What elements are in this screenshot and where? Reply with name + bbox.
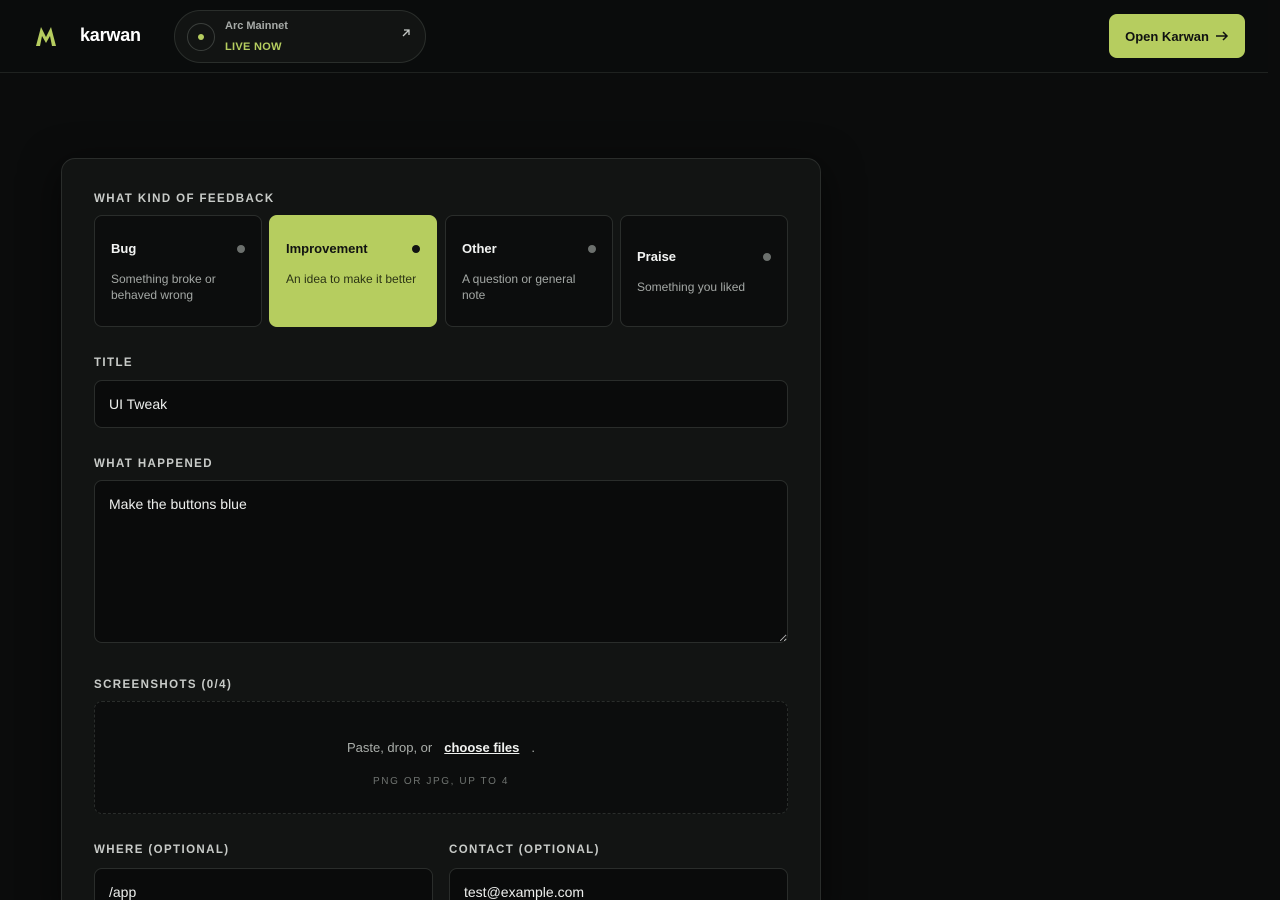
type-option-title: Improvement	[286, 241, 368, 256]
brand-name[interactable]: karwan	[80, 25, 141, 46]
karwan-logo-icon[interactable]	[34, 24, 58, 48]
where-label: WHERE (OPTIONAL)	[94, 844, 230, 856]
type-option-description: A question or general note	[462, 272, 576, 302]
open-karwan-label: Open Karwan	[1125, 28, 1209, 44]
type-option-description: Something you liked	[637, 280, 746, 294]
type-option-title: Praise	[637, 249, 677, 264]
top-header: karwan Arc Mainnet LIVE NOW Open Karwan	[0, 0, 1268, 73]
feedback-form-card: WHAT KIND OF FEEDBACK Bug Something brok…	[61, 158, 821, 900]
type-option-praise[interactable]: Praise Something you liked	[620, 215, 788, 327]
screenshot-dropzone[interactable]: Paste, drop, or choose files. PNG OR JPG,…	[94, 701, 788, 814]
dropzone-hint: PNG OR JPG, UP TO 4	[373, 776, 509, 787]
type-option-title: Bug	[111, 241, 137, 256]
title-input[interactable]	[94, 380, 788, 428]
radio-dot-icon	[763, 253, 771, 261]
type-option-description: An idea to make it better	[286, 272, 417, 286]
radio-dot-icon	[588, 245, 596, 253]
what-happened-label: WHAT HAPPENED	[94, 458, 213, 470]
contact-label: CONTACT (OPTIONAL)	[449, 844, 600, 856]
type-option-improvement[interactable]: Improvement An idea to make it better	[269, 215, 437, 327]
radio-dot-icon	[237, 245, 245, 253]
type-option-bug[interactable]: Bug Something broke or behaved wrong	[94, 215, 262, 327]
dropzone-suffix: .	[531, 740, 536, 755]
open-karwan-button[interactable]: Open Karwan	[1109, 14, 1245, 58]
radio-dot-icon	[412, 245, 420, 253]
where-input[interactable]	[94, 868, 433, 900]
dropzone-prefix: Paste, drop, or	[346, 740, 433, 755]
title-label: TITLE	[94, 357, 133, 369]
choose-files-link[interactable]: choose files	[444, 740, 519, 755]
type-option-title: Other	[462, 241, 497, 256]
type-option-description: Something broke or behaved wrong	[111, 272, 216, 302]
dropzone-instructions: Paste, drop, or choose files.	[95, 740, 787, 755]
network-status: LIVE NOW	[225, 41, 282, 53]
contact-input[interactable]	[449, 868, 788, 900]
network-status-pill[interactable]: Arc Mainnet LIVE NOW	[174, 10, 426, 63]
what-happened-textarea[interactable]: Make the buttons blue	[94, 480, 788, 643]
screenshots-label: SCREENSHOTS (0/4)	[94, 679, 233, 691]
type-option-other[interactable]: Other A question or general note	[445, 215, 613, 327]
feedback-kind-label: WHAT KIND OF FEEDBACK	[94, 193, 275, 205]
external-link-arrow-icon	[402, 29, 410, 37]
live-indicator	[187, 23, 215, 51]
live-dot-icon	[198, 34, 204, 40]
network-name: Arc Mainnet	[225, 20, 288, 32]
arrow-right-icon	[1215, 31, 1228, 41]
